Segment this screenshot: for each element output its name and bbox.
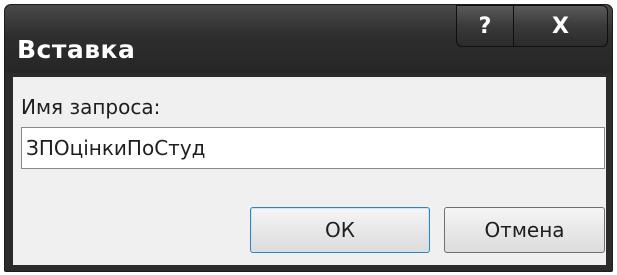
cancel-button-label: Отмена	[484, 218, 565, 242]
caption-buttons: ? X	[456, 5, 608, 47]
title-bar[interactable]: Вставка ? X	[5, 5, 612, 73]
insert-dialog: Вставка ? X Имя запроса: ОК Отмена	[4, 4, 613, 272]
close-icon: X	[552, 13, 569, 39]
ok-button-label: ОК	[325, 218, 355, 242]
window-title: Вставка	[17, 35, 136, 64]
ok-button[interactable]: ОК	[250, 207, 430, 253]
close-button[interactable]: X	[514, 5, 608, 47]
help-button[interactable]: ?	[456, 5, 514, 47]
cancel-button[interactable]: Отмена	[444, 207, 605, 253]
help-icon: ?	[478, 13, 492, 39]
query-name-label: Имя запроса:	[21, 95, 161, 119]
query-name-input[interactable]	[21, 127, 605, 169]
dialog-body: Имя запроса: ОК Отмена	[13, 77, 606, 265]
